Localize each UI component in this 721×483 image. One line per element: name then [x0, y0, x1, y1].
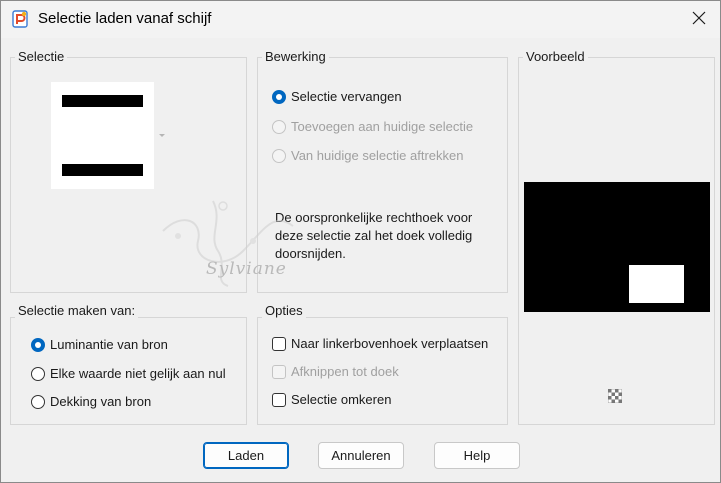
radio-selectie-vervangen[interactable]: Selectie vervangen: [272, 89, 402, 104]
selectie-group-label: Selectie: [15, 49, 68, 64]
window-title: Selectie laden vanaf schijf: [38, 10, 212, 27]
voorbeeld-group-label: Voorbeeld: [523, 49, 588, 64]
thumbnail-top-bar: [62, 95, 143, 107]
thumbnail-bottom-bar: [62, 164, 143, 176]
app-icon: [12, 10, 29, 28]
radio-indicator: [272, 89, 286, 104]
checkbox-indicator: [272, 392, 286, 407]
radio-aftrekken[interactable]: Van huidige selectie aftrekken: [272, 148, 463, 163]
radio-toevoegen[interactable]: Toevoegen aan huidige selectie: [272, 119, 473, 134]
close-icon: [692, 11, 706, 28]
selection-thumbnail[interactable]: [51, 82, 154, 189]
checkbox-afknippen[interactable]: Afknippen tot doek: [272, 364, 399, 379]
cancel-button[interactable]: Annuleren: [318, 442, 404, 469]
title-bar: Selectie laden vanaf schijf: [1, 1, 720, 38]
radio-indicator: [31, 366, 45, 381]
bewerking-description: De oorspronkelijke rechthoek voor deze s…: [275, 210, 473, 261]
preview-selection: [629, 265, 684, 303]
opties-group-label: Opties: [262, 303, 306, 318]
checkbox-linkerbovenhoek[interactable]: Naar linkerbovenhoek verplaatsen: [272, 336, 488, 351]
load-button[interactable]: Laden: [203, 442, 289, 469]
watermark-text: Sylviane: [206, 259, 287, 279]
radio-label: Elke waarde niet gelijk aan nul: [50, 366, 226, 381]
checkbox-label: Selectie omkeren: [291, 392, 392, 407]
radio-label: Van huidige selectie aftrekken: [291, 148, 464, 163]
radio-label: Toevoegen aan huidige selectie: [291, 119, 474, 134]
dialog-window: Selectie laden vanaf schijf Selectie Bew…: [0, 0, 721, 483]
radio-label: Dekking van bron: [50, 394, 152, 409]
radio-indicator: [31, 394, 45, 409]
radio-indicator: [272, 148, 286, 163]
checkerboard-icon: [607, 388, 623, 406]
checkbox-label: Naar linkerbovenhoek verplaatsen: [291, 336, 489, 351]
checkbox-indicator: [272, 336, 286, 351]
radio-elke-waarde[interactable]: Elke waarde niet gelijk aan nul: [31, 366, 226, 381]
radio-dekking[interactable]: Dekking van bron: [31, 394, 151, 409]
preview-canvas: [524, 182, 710, 312]
selectie-maken-van-label: Selectie maken van:: [15, 303, 139, 318]
radio-label: Luminantie van bron: [50, 337, 168, 352]
radio-indicator: [31, 337, 45, 352]
thumbnail-dropdown-icon[interactable]: [159, 134, 165, 137]
radio-label: Selectie vervangen: [291, 89, 402, 104]
checkerboard-button[interactable]: [604, 386, 626, 408]
bewerking-group-label: Bewerking: [262, 49, 329, 64]
help-button[interactable]: Help: [434, 442, 520, 469]
radio-luminantie[interactable]: Luminantie van bron: [31, 337, 168, 352]
checkbox-label: Afknippen tot doek: [291, 364, 399, 379]
checkbox-indicator: [272, 364, 286, 379]
radio-indicator: [272, 119, 286, 134]
checkbox-omkeren[interactable]: Selectie omkeren: [272, 392, 391, 407]
close-button[interactable]: [684, 6, 714, 32]
